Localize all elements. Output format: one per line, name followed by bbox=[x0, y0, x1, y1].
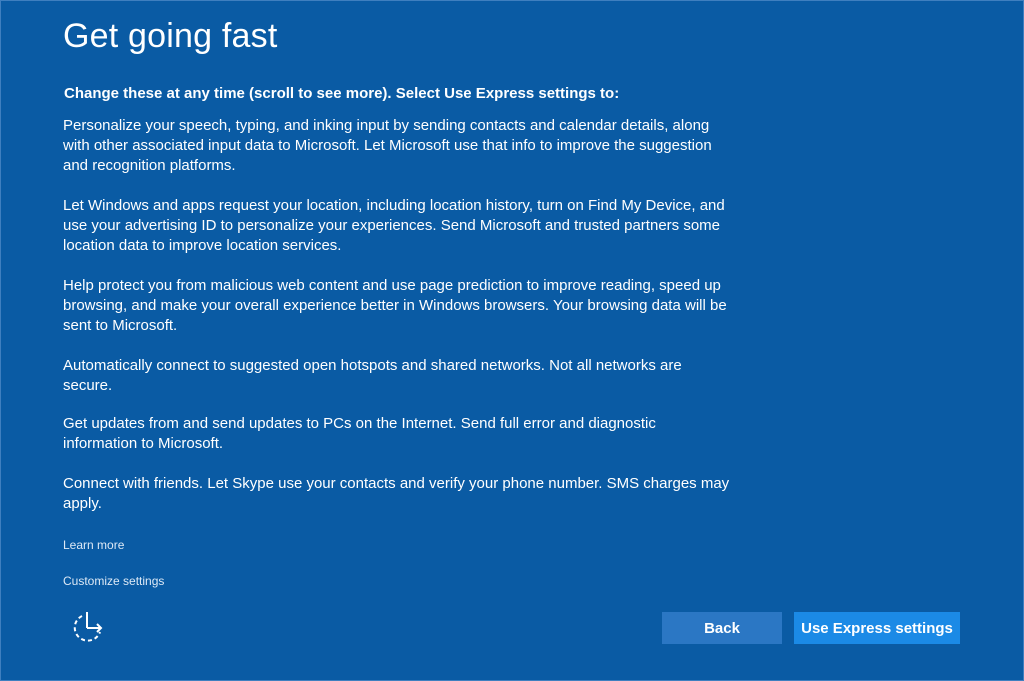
ease-of-access-icon[interactable] bbox=[68, 610, 108, 646]
settings-paragraph-location: Let Windows and apps request your locati… bbox=[63, 197, 725, 254]
settings-paragraph-browser: Help protect you from malicious web cont… bbox=[63, 277, 727, 334]
settings-paragraph-updates: Get updates from and send updates to PCs… bbox=[63, 415, 656, 452]
settings-paragraph-networks: Automatically connect to suggested open … bbox=[63, 357, 682, 394]
settings-paragraph-input: Personalize your speech, typing, and ink… bbox=[63, 117, 712, 174]
customize-settings-link[interactable]: Customize settings bbox=[63, 574, 164, 588]
use-express-settings-button[interactable]: Use Express settings bbox=[794, 612, 960, 644]
back-button[interactable]: Back bbox=[662, 612, 782, 644]
learn-more-link[interactable]: Learn more bbox=[63, 538, 124, 552]
settings-paragraph-skype: Connect with friends. Let Skype use your… bbox=[63, 475, 730, 512]
intro-text: Change these at any time (scroll to see … bbox=[64, 85, 620, 102]
page-title: Get going fast bbox=[63, 17, 278, 55]
